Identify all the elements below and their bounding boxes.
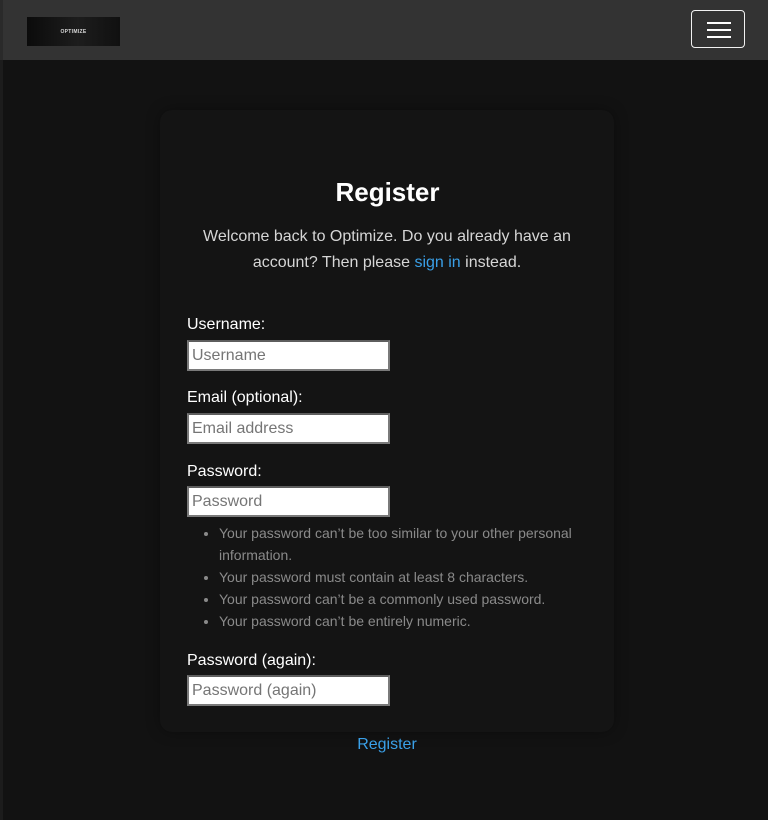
password-input[interactable] — [187, 486, 390, 517]
navbar: OPTIMIZE — [0, 0, 768, 60]
intro-text-end: instead. — [460, 254, 522, 271]
intro-text: Welcome back to Optimize. Do you already… — [195, 224, 579, 276]
brand-logo-text: OPTIMIZE — [60, 28, 87, 35]
password-help-item: Your password must contain at least 8 ch… — [219, 566, 609, 588]
register-button[interactable]: Register — [300, 733, 474, 757]
password-label: Password: — [187, 463, 262, 480]
password-help-item: Your password can’t be too similar to yo… — [219, 522, 609, 566]
navbar-toggle-button[interactable] — [691, 10, 745, 48]
sign-in-link[interactable]: sign in — [414, 254, 460, 271]
email-input[interactable] — [187, 413, 390, 444]
password-again-input[interactable] — [187, 675, 390, 706]
username-input[interactable] — [187, 340, 390, 371]
page-title: Register — [335, 177, 440, 207]
password-again-label: Password (again): — [187, 652, 316, 669]
email-label: Email (optional): — [187, 389, 303, 406]
password-help-item: Your password can’t be a commonly used p… — [219, 588, 609, 610]
password-help-item: Your password can’t be entirely numeric. — [219, 610, 609, 632]
username-label: Username: — [187, 316, 266, 333]
brand-logo[interactable]: OPTIMIZE — [27, 17, 120, 46]
password-help-list: Your password can’t be too similar to yo… — [201, 522, 609, 632]
